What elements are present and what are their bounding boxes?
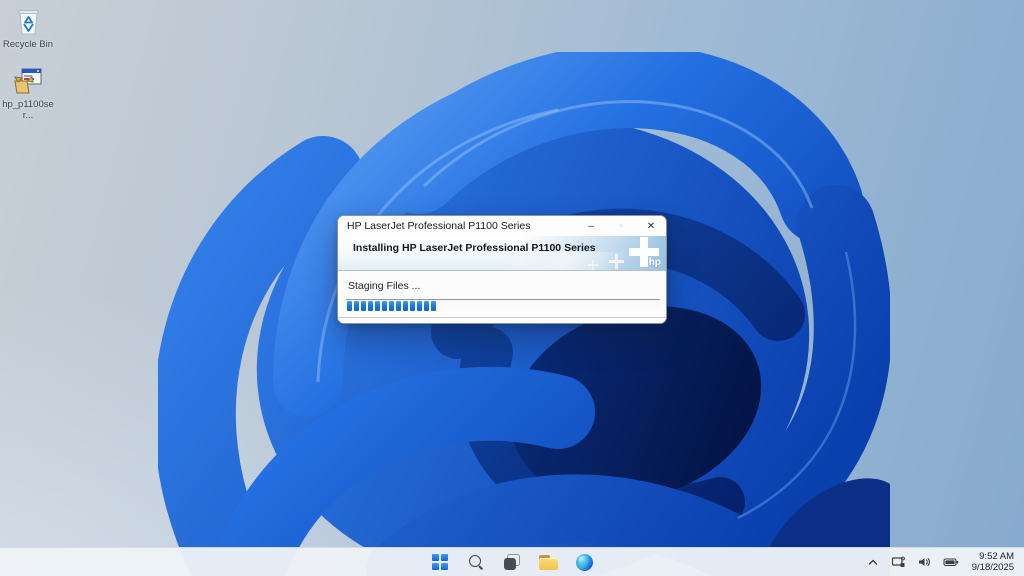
hp-plus-icon (588, 260, 598, 270)
desktop-icon-list: Recycle Bin hp_p1100ser... (2, 4, 54, 135)
taskbar: 9:52 AM 9/18/2025 (0, 547, 1024, 576)
clock-date: 9/18/2025 (971, 562, 1014, 573)
desktop-icon-label: hp_p1100ser... (2, 99, 54, 121)
taskbar-clock[interactable]: 9:52 AM 9/18/2025 (968, 550, 1018, 574)
desktop-icon-label: Recycle Bin (2, 39, 54, 50)
edge-browser-button[interactable] (572, 550, 596, 574)
search-button[interactable] (464, 550, 488, 574)
search-icon (468, 554, 484, 570)
chevron-up-icon (868, 559, 877, 565)
windows-start-icon (432, 554, 448, 570)
tray-overflow-button[interactable] (864, 553, 882, 571)
volume-tray-button[interactable] (915, 553, 934, 571)
minimize-button[interactable]: – (576, 216, 606, 236)
installer-window: HP LaserJet Professional P1100 Series – … (337, 215, 667, 324)
desktop-icon-recycle-bin[interactable]: Recycle Bin (2, 4, 54, 50)
task-view-button[interactable] (500, 550, 524, 574)
installer-heading: Installing HP LaserJet Professional P110… (353, 242, 596, 254)
hp-logo: hp (648, 257, 661, 268)
hp-plus-icon (609, 254, 624, 269)
volume-icon (918, 557, 930, 567)
window-title: HP LaserJet Professional P1100 Series (347, 220, 531, 232)
window-caption-buttons: – ▫ ✕ (576, 216, 666, 236)
start-button[interactable] (428, 550, 452, 574)
desktop-icon-hp-installer[interactable]: hp_p1100ser... (2, 64, 54, 121)
desktop-background: Recycle Bin hp_p1100ser... HP LaserJet P… (0, 0, 1024, 576)
network-tray-button[interactable] (889, 553, 908, 571)
edge-browser-icon (575, 553, 593, 571)
battery-tray-button[interactable] (941, 553, 961, 571)
footer-separator (338, 317, 666, 318)
file-explorer-button[interactable] (536, 550, 560, 574)
installer-banner: hp Installing HP LaserJet Professional P… (338, 236, 666, 270)
install-progress-bar (346, 299, 660, 312)
progress-fill (346, 300, 660, 312)
close-button[interactable]: ✕ (636, 216, 666, 236)
taskbar-center-icons (428, 550, 596, 574)
install-status-text: Staging Files ... (348, 280, 421, 292)
folder-icon (538, 554, 558, 570)
recycle-bin-icon (18, 10, 38, 35)
installer-setup-icon (14, 68, 42, 94)
installer-body: Staging Files ... (338, 271, 666, 323)
clock-time: 9:52 AM (979, 551, 1014, 562)
maximize-button: ▫ (619, 220, 623, 232)
system-tray: 9:52 AM 9/18/2025 (864, 548, 1018, 576)
network-icon (891, 556, 905, 567)
task-view-icon (503, 554, 521, 570)
battery-icon (943, 558, 958, 567)
window-titlebar[interactable]: HP LaserJet Professional P1100 Series – … (338, 216, 666, 236)
